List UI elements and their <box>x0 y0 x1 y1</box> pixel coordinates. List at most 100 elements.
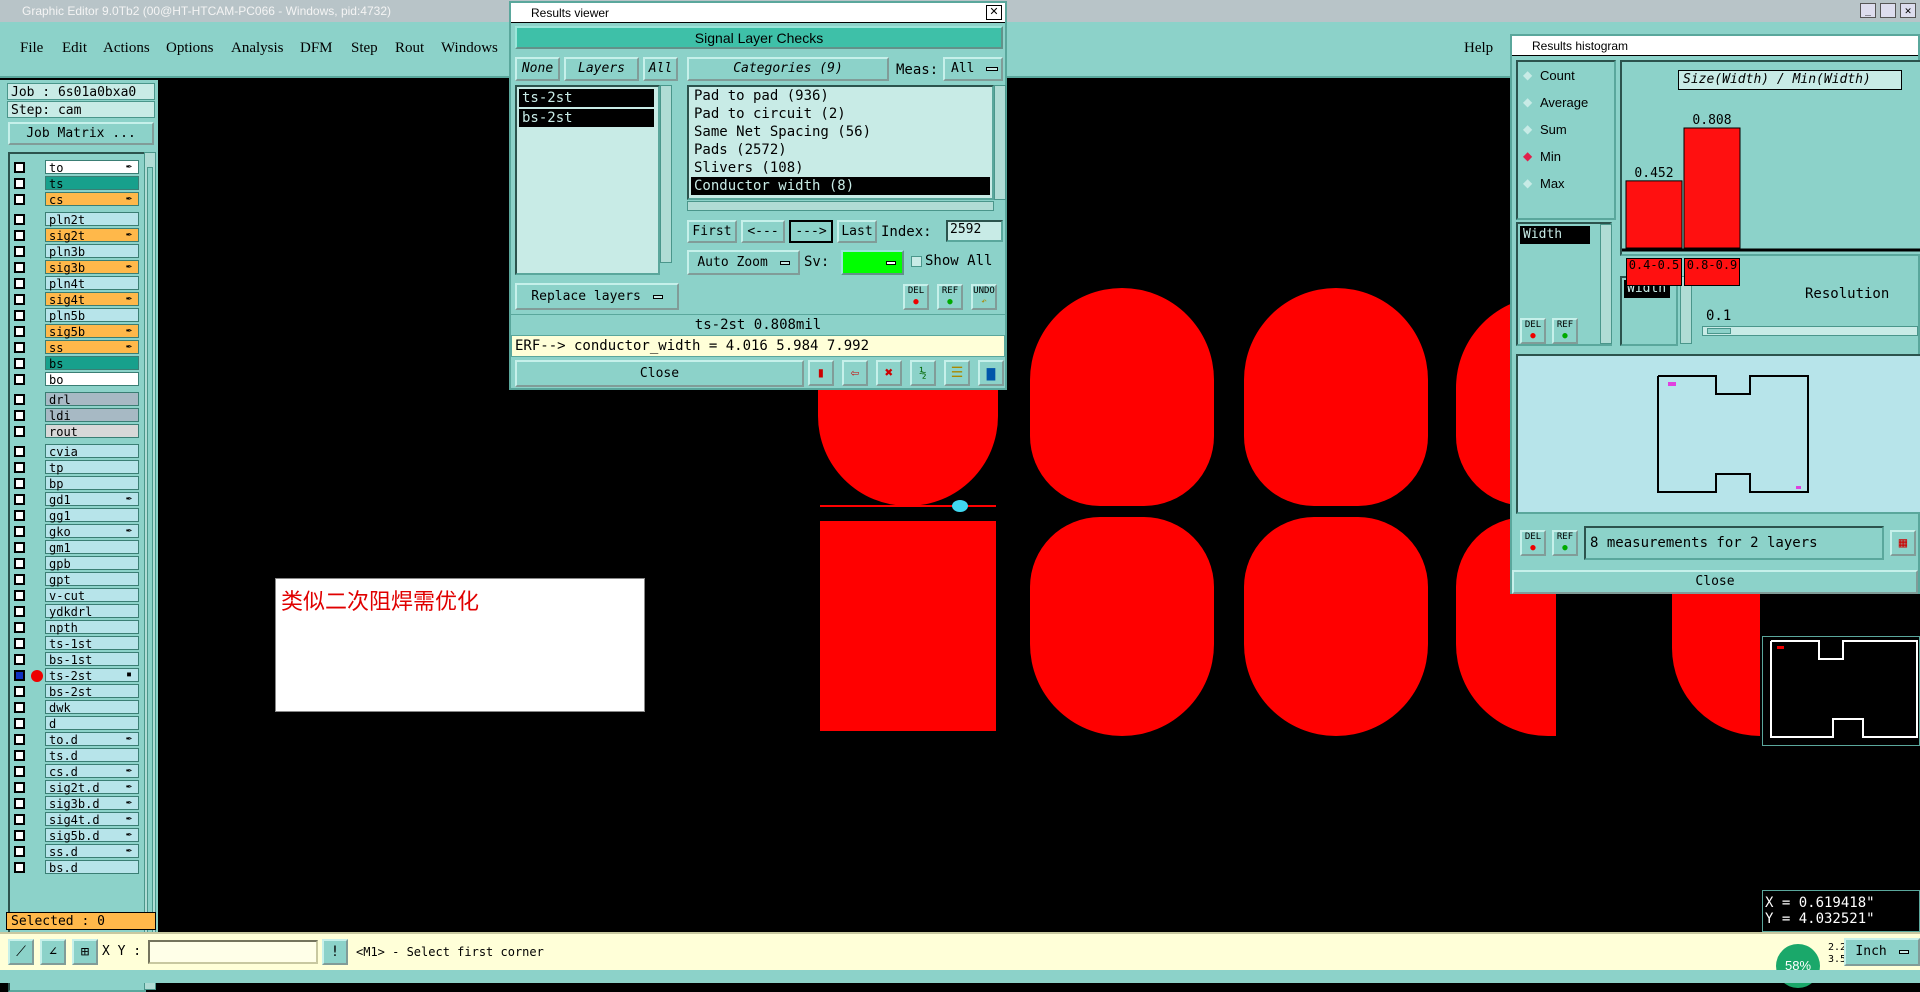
menu-rout[interactable]: Rout <box>395 40 424 57</box>
last-button[interactable]: Last <box>837 220 877 243</box>
layer-checkbox[interactable] <box>14 278 25 289</box>
delete-results-icon[interactable]: ✖ <box>876 360 902 386</box>
layer-checkbox[interactable] <box>14 262 25 273</box>
layer-row[interactable]: sig2t.d ✒ <box>12 780 139 795</box>
layer-checkbox[interactable] <box>14 310 25 321</box>
measure-icon[interactable]: ∠ <box>40 939 66 965</box>
layer-row[interactable]: ts-1st <box>12 636 139 651</box>
histogram-close-button[interactable]: Close <box>1512 570 1918 594</box>
layer-checkbox[interactable] <box>14 862 25 873</box>
aggregate-option[interactable]: ◆ Average <box>1518 89 1614 116</box>
category-item[interactable]: Pad to circuit (2) <box>691 105 990 123</box>
layer-row[interactable]: cs.d ✒ <box>12 764 139 779</box>
layer-name[interactable]: ss <box>45 340 139 355</box>
first-button[interactable]: First <box>687 220 737 243</box>
layer-name[interactable]: sig3b <box>45 260 139 275</box>
layer-checkbox[interactable] <box>14 478 25 489</box>
layer-name[interactable]: pln5b <box>45 308 139 323</box>
layer-row[interactable]: sig5b.d ✒ <box>12 828 139 843</box>
undo-icon[interactable]: UNDO ↶ <box>971 284 997 310</box>
layer-row[interactable]: bs <box>12 356 139 371</box>
category-item[interactable]: Pads (2572) <box>691 141 990 159</box>
layer-row[interactable]: bp <box>12 476 139 491</box>
layer-row[interactable]: bs-1st <box>12 652 139 667</box>
layer-checkbox[interactable] <box>14 214 25 225</box>
layer-row[interactable]: dwk <box>12 700 139 715</box>
resolution-field-scroll[interactable] <box>1680 276 1692 344</box>
none-button[interactable]: None <box>515 57 560 81</box>
layer-checkbox[interactable] <box>14 750 25 761</box>
layer-checkbox[interactable] <box>14 638 25 649</box>
layer-checkbox[interactable] <box>14 814 25 825</box>
show-all-checkbox[interactable] <box>911 256 922 267</box>
layer-name[interactable]: ts.d <box>45 748 139 763</box>
numbered-icon[interactable]: ½ <box>910 360 936 386</box>
prev-button[interactable]: <--- <box>741 220 785 243</box>
replace-layers-dropdown[interactable]: Replace layers <box>515 283 679 310</box>
layer-row[interactable]: to.d ✒ <box>12 732 139 747</box>
layer-name[interactable]: ts-1st <box>45 636 139 651</box>
layer-list-scrollbar[interactable] <box>144 152 156 990</box>
layer-name[interactable]: bp <box>45 476 139 491</box>
menu-options[interactable]: Options <box>166 40 214 57</box>
units-dropdown[interactable]: Inch <box>1844 938 1920 966</box>
layer-checkbox[interactable] <box>14 606 25 617</box>
layer-checkbox[interactable] <box>14 326 25 337</box>
layer-row[interactable]: rout <box>12 424 139 439</box>
menu-file[interactable]: File <box>20 40 43 57</box>
layer-result-item[interactable]: bs-2st <box>519 109 654 127</box>
next-button[interactable]: ---> <box>789 220 833 243</box>
layer-checkbox[interactable] <box>14 246 25 257</box>
layer-checkbox[interactable] <box>14 734 25 745</box>
layer-checkbox[interactable] <box>14 178 25 189</box>
category-item[interactable]: Conductor width (8) <box>691 177 990 195</box>
categories-vscroll[interactable] <box>994 85 1006 200</box>
layer-row[interactable]: npth <box>12 620 139 635</box>
layer-checkbox[interactable] <box>14 622 25 633</box>
layer-row[interactable]: sig5b ✒ <box>12 324 139 339</box>
layer-name[interactable]: sig5b <box>45 324 139 339</box>
category-item[interactable]: Pad to pad (936) <box>691 87 990 105</box>
layer-row[interactable]: cvia <box>12 444 139 459</box>
histogram-bar[interactable] <box>1683 127 1741 249</box>
layer-name[interactable]: pln3b <box>45 244 139 259</box>
layer-name[interactable]: rout <box>45 424 139 439</box>
layer-checkbox[interactable] <box>14 702 25 713</box>
layer-row[interactable]: gpt <box>12 572 139 587</box>
layer-checkbox[interactable] <box>14 494 25 505</box>
layer-name[interactable]: sig3b.d <box>45 796 139 811</box>
layer-name[interactable]: npth <box>45 620 139 635</box>
layer-row[interactable]: gm1 <box>12 540 139 555</box>
results-close-button[interactable]: Close <box>515 360 804 387</box>
layer-checkbox[interactable] <box>14 394 25 405</box>
layer-row[interactable]: d <box>12 716 139 731</box>
layer-name[interactable]: ts-2st <box>45 668 139 683</box>
layer-checkbox[interactable] <box>14 162 25 173</box>
layer-checkbox[interactable] <box>14 766 25 777</box>
menu-actions[interactable]: Actions <box>103 40 150 57</box>
resolution-slider[interactable] <box>1702 326 1918 336</box>
layer-row[interactable]: sig3b.d ✒ <box>12 796 139 811</box>
menu-step[interactable]: Step <box>351 40 378 57</box>
layer-name[interactable]: ldi <box>45 408 139 423</box>
histogram-bar[interactable] <box>1625 180 1683 249</box>
layer-checkbox[interactable] <box>14 558 25 569</box>
layer-row[interactable]: pln5b <box>12 308 139 323</box>
export-icon[interactable]: ⇦ <box>842 360 868 386</box>
layer-name[interactable]: bo <box>45 372 139 387</box>
layer-checkbox[interactable] <box>14 374 25 385</box>
layer-checkbox[interactable] <box>14 410 25 421</box>
preview-del-icon[interactable]: DEL ● <box>1520 530 1546 556</box>
layer-row[interactable]: ldi <box>12 408 139 423</box>
layer-row[interactable]: pln3b <box>12 244 139 259</box>
layer-name[interactable]: bs-1st <box>45 652 139 667</box>
field-list-scroll[interactable] <box>1600 224 1612 344</box>
layer-name[interactable]: drl <box>45 392 139 407</box>
aggregate-option[interactable]: ◆ Count <box>1518 62 1614 89</box>
layer-checkbox[interactable] <box>14 542 25 553</box>
layer-row[interactable]: ss.d ✒ <box>12 844 139 859</box>
layer-name[interactable]: sig4t.d <box>45 812 139 827</box>
layer-row[interactable]: tp <box>12 460 139 475</box>
maximize-button[interactable] <box>1880 3 1896 18</box>
aggregate-option[interactable]: ◆ Sum <box>1518 116 1614 143</box>
